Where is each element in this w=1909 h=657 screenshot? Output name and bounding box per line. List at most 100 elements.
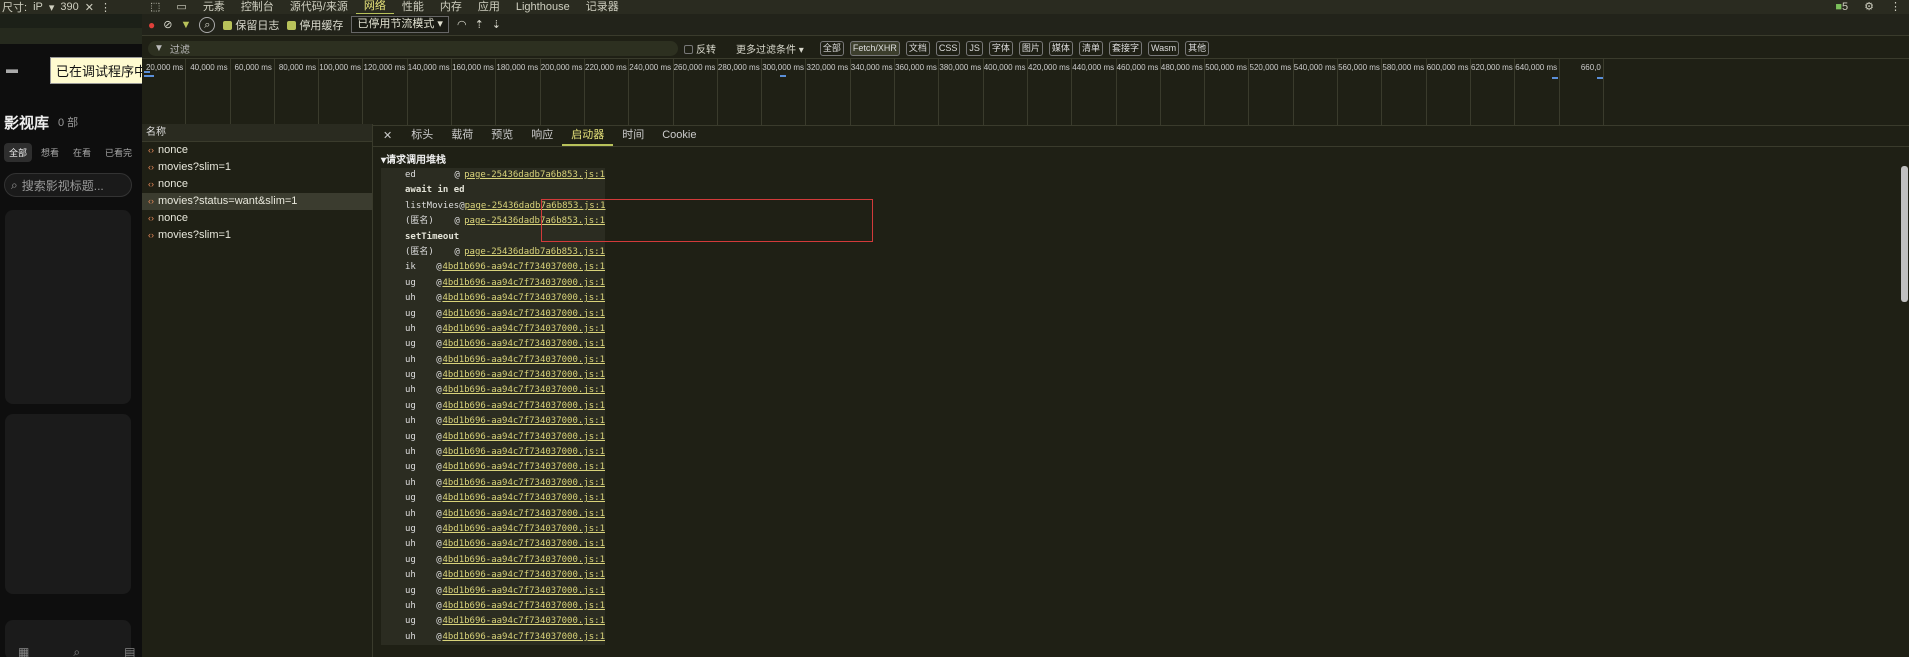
filter-type-all[interactable]: 全部 — [819, 40, 844, 56]
disable-cache-checkbox[interactable]: 停用缓存 — [287, 17, 343, 33]
tab-application[interactable]: 应用 — [470, 0, 508, 14]
upload-icon[interactable]: ⇡ — [475, 18, 484, 31]
frame-source-link[interactable]: 4bd1b696-aa94c7f734037000.js:1 — [442, 260, 605, 275]
clear-icon[interactable]: ⊘ — [163, 18, 172, 31]
request-row[interactable]: ‹› nonce — [142, 210, 372, 227]
filter-input[interactable]: ▼ 过滤 — [148, 40, 678, 56]
frame-source-link[interactable]: 4bd1b696-aa94c7f734037000.js:1 — [442, 507, 605, 522]
request-row[interactable]: ‹› movies?slim=1 — [142, 159, 372, 176]
frame-source-link[interactable]: 4bd1b696-aa94c7f734037000.js:1 — [442, 460, 605, 475]
frame-source-link[interactable]: 4bd1b696-aa94c7f734037000.js:1 — [442, 491, 605, 506]
timeline-tick: 360,000 ms — [895, 59, 940, 125]
close-icon[interactable]: ✕ — [373, 129, 402, 142]
detail-tab[interactable]: 标头 — [402, 124, 442, 146]
filter-type-other[interactable]: 其他 — [1185, 40, 1210, 56]
frame-source-link[interactable]: 4bd1b696-aa94c7f734037000.js:1 — [442, 630, 605, 645]
invert-checkbox[interactable]: 反转 — [684, 41, 716, 56]
frame-source-link[interactable]: 4bd1b696-aa94c7f734037000.js:1 — [442, 414, 605, 429]
tab-watching[interactable]: 在看 — [68, 143, 96, 162]
frame-source-link[interactable]: 4bd1b696-aa94c7f734037000.js:1 — [442, 537, 605, 552]
tab-network[interactable]: 网络 — [355, 0, 394, 15]
throttle-select[interactable]: 已停用节流模式 ▾ — [351, 16, 449, 33]
detail-tab[interactable]: 载荷 — [442, 124, 482, 146]
frame-source-link[interactable]: 4bd1b696-aa94c7f734037000.js:1 — [442, 553, 605, 568]
tab-lighthouse[interactable]: Lighthouse — [508, 0, 578, 14]
tab-memory[interactable]: 内存 — [432, 0, 470, 14]
call-stack-section-header[interactable]: ▾请求调用堆栈 — [381, 154, 605, 168]
filter-type-img[interactable]: 图片 — [1018, 40, 1043, 56]
search-icon[interactable]: ⌕ — [199, 16, 216, 33]
grid-icon[interactable]: ▦ — [18, 645, 29, 657]
tab-console[interactable]: 控制台 — [233, 0, 282, 14]
frame-source-link[interactable]: 4bd1b696-aa94c7f734037000.js:1 — [442, 399, 605, 414]
tab-recorder[interactable]: 记录器 — [578, 0, 627, 14]
record-icon[interactable]: ● — [148, 18, 155, 32]
request-row[interactable]: ‹› nonce — [142, 176, 372, 193]
frame-source-link[interactable]: page-25436dadb7a6b853.js:1 — [464, 245, 605, 260]
tab-want[interactable]: 想看 — [36, 143, 64, 162]
frame-source-link[interactable]: 4bd1b696-aa94c7f734037000.js:1 — [442, 383, 605, 398]
frame-source-link[interactable]: 4bd1b696-aa94c7f734037000.js:1 — [442, 476, 605, 491]
frame-source-link[interactable]: 4bd1b696-aa94c7f734037000.js:1 — [442, 337, 605, 352]
tab-elements[interactable]: 元素 — [195, 0, 233, 14]
tab-watched[interactable]: 已看完 — [100, 143, 137, 162]
device-width-value[interactable]: 390 — [60, 1, 78, 13]
frame-source-link[interactable]: 4bd1b696-aa94c7f734037000.js:1 — [442, 368, 605, 383]
request-row[interactable]: ‹› nonce — [142, 142, 372, 159]
filter-type-fetch-xhr[interactable]: Fetch/XHR — [849, 40, 900, 56]
network-overview-timeline[interactable]: 20,000 ms 40,000 ms 60,000 ms 80,000 ms 100,… — [142, 58, 1909, 126]
frame-source-link[interactable]: 4bd1b696-aa94c7f734037000.js:1 — [442, 430, 605, 445]
search-icon[interactable]: ⌕ — [73, 645, 80, 657]
device-select[interactable]: iP — [33, 1, 43, 13]
frame-source-link[interactable]: 4bd1b696-aa94c7f734037000.js:1 — [442, 568, 605, 583]
tab-sources[interactable]: 源代码/来源 — [282, 0, 356, 14]
detail-tab[interactable]: 启动器 — [562, 124, 614, 146]
filter-type-js[interactable]: JS — [966, 40, 983, 56]
filter-type-wasm[interactable]: Wasm — [1147, 40, 1180, 56]
list-icon[interactable]: ▤ — [124, 645, 135, 657]
frame-source-link[interactable]: 4bd1b696-aa94c7f734037000.js:1 — [442, 276, 605, 291]
issues-badge[interactable]: ■5 — [1827, 0, 1856, 14]
tab-performance[interactable]: 性能 — [394, 0, 432, 14]
frame-source-link[interactable]: 4bd1b696-aa94c7f734037000.js:1 — [442, 307, 605, 322]
request-row[interactable]: ‹› movies?status=want&slim=1 — [142, 193, 372, 210]
detail-tab[interactable]: 预览 — [482, 124, 522, 146]
detail-tab[interactable]: 响应 — [522, 124, 562, 146]
filter-type-media[interactable]: 媒体 — [1048, 40, 1073, 56]
detail-tab[interactable]: Cookie — [653, 124, 705, 146]
filter-type-socket[interactable]: 套接字 — [1108, 40, 1142, 56]
preserve-log-checkbox[interactable]: 保留日志 — [223, 17, 279, 33]
frame-source-link[interactable]: 4bd1b696-aa94c7f734037000.js:1 — [442, 445, 605, 460]
frame-source-link[interactable]: 4bd1b696-aa94c7f734037000.js:1 — [442, 614, 605, 629]
menu-icon[interactable]: ▬ — [6, 62, 18, 76]
scrollbar-thumb[interactable] — [1901, 166, 1908, 302]
request-row[interactable]: ‹› movies?slim=1 — [142, 227, 372, 244]
more-icon[interactable]: ⋮ — [1882, 0, 1909, 14]
settings-icon[interactable]: ⚙ — [1856, 0, 1882, 14]
frame-source-link[interactable]: 4bd1b696-aa94c7f734037000.js:1 — [442, 291, 605, 306]
more-filters-dropdown[interactable]: 更多过滤条件 ▾ — [736, 41, 804, 56]
filter-type-manifest[interactable]: 清单 — [1078, 40, 1103, 56]
frame-source-link[interactable]: 4bd1b696-aa94c7f734037000.js:1 — [442, 599, 605, 614]
more-icon[interactable]: ⋮ — [100, 1, 111, 14]
name-column-header[interactable]: 名称 — [142, 124, 372, 142]
frame-source-link[interactable]: 4bd1b696-aa94c7f734037000.js:1 — [442, 322, 605, 337]
frame-source-link[interactable]: 4bd1b696-aa94c7f734037000.js:1 — [442, 584, 605, 599]
frame-source-link[interactable]: 4bd1b696-aa94c7f734037000.js:1 — [442, 522, 605, 537]
device-toggle-icon[interactable]: ▭ — [168, 0, 194, 14]
stack-frame-row: ik @4bd1b696-aa94c7f734037000.js:1 — [381, 260, 605, 275]
filter-icon[interactable]: ▼ — [180, 19, 191, 31]
detail-tab[interactable]: 时间 — [613, 124, 653, 146]
inspect-icon[interactable]: ⬚ — [142, 0, 168, 14]
download-icon[interactable]: ⇣ — [492, 18, 501, 31]
filter-type-css[interactable]: CSS — [935, 40, 961, 56]
filter-type-font[interactable]: 字体 — [988, 40, 1013, 56]
filter-type-doc[interactable]: 文档 — [905, 40, 930, 56]
search-input[interactable]: ⌕ 搜索影视标题... — [4, 173, 132, 197]
close-icon[interactable]: ✕ — [85, 1, 94, 14]
frame-source-link[interactable]: page-25436dadb7a6b853.js:1 — [464, 168, 605, 183]
frame-source-link[interactable]: 4bd1b696-aa94c7f734037000.js:1 — [442, 353, 605, 368]
scrollbar[interactable] — [1900, 158, 1909, 657]
wifi-icon[interactable]: ◠ — [457, 18, 467, 31]
tab-all[interactable]: 全部 — [4, 143, 33, 162]
